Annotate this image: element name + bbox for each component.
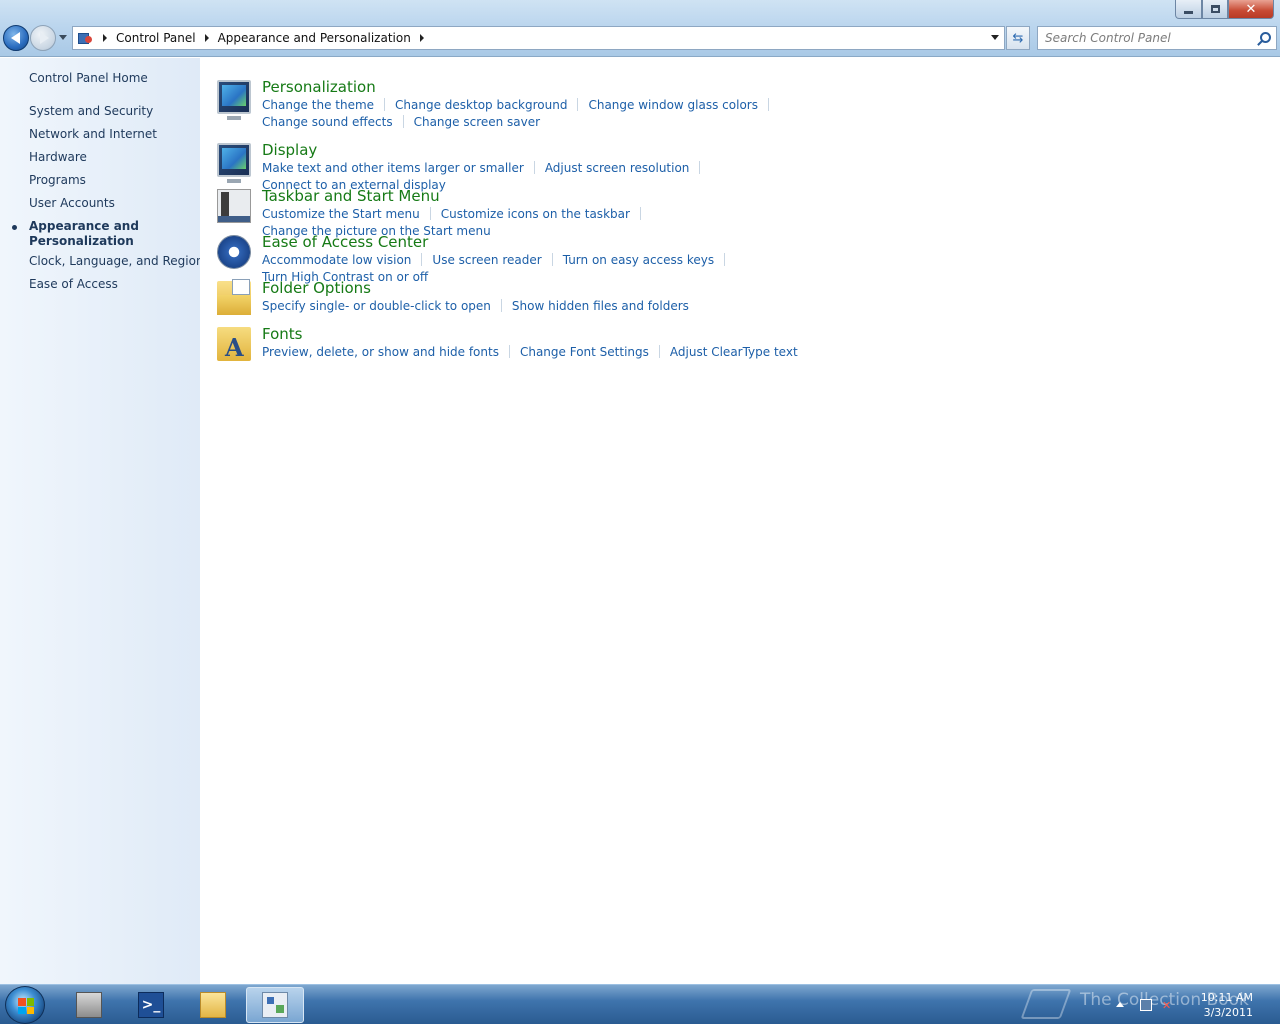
breadcrumb-appearance[interactable]: Appearance and Personalization [218, 31, 411, 45]
sidebar-item-clock-language-region[interactable]: Clock, Language, and Region [29, 254, 204, 268]
link-font-settings[interactable]: Change Font Settings [520, 345, 649, 359]
maximize-icon [1210, 5, 1220, 13]
category-title[interactable]: Ease of Access Center [262, 233, 428, 251]
window-controls: ✕ [1175, 0, 1274, 19]
book-watermark-icon [1020, 989, 1072, 1019]
display-icon[interactable] [217, 143, 251, 183]
server-manager-icon [76, 992, 102, 1018]
category-taskbar-start-menu: Taskbar and Start Menu Customize the Sta… [217, 187, 1077, 238]
breadcrumb-control-panel[interactable]: Control Panel [116, 31, 196, 45]
link-customize-start-menu[interactable]: Customize the Start menu [262, 207, 420, 221]
sidebar-item-appearance-personalization[interactable]: Appearance and Personalization [29, 219, 139, 249]
control-panel-icon [262, 992, 288, 1018]
category-ease-of-access-center: Ease of Access Center Accommodate low vi… [217, 233, 1077, 284]
sidebar-control-panel-home[interactable]: Control Panel Home [29, 71, 148, 85]
link-low-vision[interactable]: Accommodate low vision [262, 253, 411, 267]
ease-of-access-icon[interactable] [217, 235, 251, 269]
category-title[interactable]: Display [262, 141, 317, 159]
category-links: Specify single- or double-click to open S… [262, 298, 862, 315]
powershell-icon: >_ [138, 992, 164, 1018]
taskbar-powershell[interactable]: >_ [122, 987, 180, 1023]
link-screen-reader[interactable]: Use screen reader [432, 253, 541, 267]
back-button[interactable] [3, 25, 29, 51]
close-icon: ✕ [1245, 1, 1257, 17]
show-hidden-icons-arrow-icon[interactable] [1116, 1002, 1124, 1007]
control-panel-icon [78, 31, 94, 45]
sidebar: Control Panel Home System and Security N… [0, 58, 204, 984]
forward-button[interactable] [30, 25, 56, 51]
sidebar-item-user-accounts[interactable]: User Accounts [29, 196, 115, 210]
category-title[interactable]: Folder Options [262, 279, 371, 297]
sidebar-item-hardware[interactable]: Hardware [29, 150, 87, 164]
breadcrumb-separator-icon[interactable] [204, 34, 209, 42]
clock-time: 10:11 AM [1200, 991, 1253, 1004]
category-folder-options: Folder Options Specify single- or double… [217, 279, 1077, 319]
taskbar-windows-explorer[interactable] [184, 987, 242, 1023]
forward-arrow-icon [39, 32, 49, 44]
main-content: Personalization Change the theme Change d… [200, 58, 1280, 984]
link-show-hidden-files[interactable]: Show hidden files and folders [512, 299, 689, 313]
sidebar-item-system-security[interactable]: System and Security [29, 104, 153, 118]
address-history-dropdown-icon[interactable] [991, 35, 999, 40]
category-personalization: Personalization Change the theme Change d… [217, 78, 1077, 130]
sidebar-item-programs[interactable]: Programs [29, 173, 86, 187]
clock-date: 3/3/2011 [1203, 1006, 1253, 1019]
system-tray: The Collection Book ✕ 10:11 AM 3/3/2011 [1020, 985, 1280, 1024]
category-title[interactable]: Personalization [262, 78, 376, 96]
active-item-bullet-icon [12, 225, 17, 230]
link-change-sound-effects[interactable]: Change sound effects [262, 115, 393, 129]
category-links: Preview, delete, or show and hide fonts C… [262, 344, 862, 361]
search-box[interactable] [1037, 26, 1277, 50]
fonts-icon[interactable]: A [217, 327, 251, 362]
link-preview-fonts[interactable]: Preview, delete, or show and hide fonts [262, 345, 499, 359]
taskbar-start-menu-icon[interactable] [217, 189, 251, 223]
link-change-theme[interactable]: Change the theme [262, 98, 374, 112]
refresh-icon: ⇆ [1012, 30, 1024, 46]
link-adjust-resolution[interactable]: Adjust screen resolution [545, 161, 690, 175]
link-change-window-glass-colors[interactable]: Change window glass colors [588, 98, 758, 112]
address-bar[interactable]: Control Panel Appearance and Personaliza… [72, 26, 1005, 50]
volume-muted-icon[interactable]: ✕ [1162, 999, 1174, 1012]
link-change-desktop-background[interactable]: Change desktop background [395, 98, 567, 112]
category-title[interactable]: Fonts [262, 325, 302, 343]
folder-options-icon[interactable] [217, 279, 251, 315]
link-change-screen-saver[interactable]: Change screen saver [414, 115, 541, 129]
refresh-button[interactable]: ⇆ [1006, 26, 1030, 50]
minimize-button[interactable] [1175, 0, 1202, 19]
link-cleartype[interactable]: Adjust ClearType text [670, 345, 798, 359]
clock[interactable]: 10:11 AM 3/3/2011 [1201, 990, 1253, 1020]
back-arrow-icon [10, 32, 20, 44]
category-fonts: A Fonts Preview, delete, or show and hid… [217, 325, 1077, 365]
taskbar-control-panel[interactable] [246, 987, 304, 1023]
sidebar-item-network-internet[interactable]: Network and Internet [29, 127, 157, 141]
search-input[interactable] [1045, 31, 1255, 45]
minimize-icon [1184, 10, 1193, 14]
windows-logo-icon [18, 998, 34, 1014]
link-easy-access-keys[interactable]: Turn on easy access keys [563, 253, 714, 267]
link-customize-taskbar-icons[interactable]: Customize icons on the taskbar [441, 207, 630, 221]
maximize-button[interactable] [1202, 0, 1228, 19]
link-text-size[interactable]: Make text and other items larger or smal… [262, 161, 524, 175]
window-titlebar: ✕ Control Panel Appearance and Personali… [0, 0, 1280, 57]
personalization-icon[interactable] [217, 80, 251, 120]
network-icon[interactable] [1140, 999, 1152, 1011]
category-links: Change the theme Change desktop backgroun… [262, 97, 862, 131]
sidebar-item-ease-of-access[interactable]: Ease of Access [29, 277, 118, 291]
breadcrumb-separator-icon[interactable] [103, 34, 107, 42]
taskbar-server-manager[interactable] [60, 987, 118, 1023]
link-click-to-open[interactable]: Specify single- or double-click to open [262, 299, 491, 313]
close-button[interactable]: ✕ [1228, 0, 1274, 19]
windows-explorer-icon [200, 992, 226, 1018]
category-title[interactable]: Taskbar and Start Menu [262, 187, 440, 205]
recent-pages-dropdown[interactable] [58, 33, 68, 43]
start-button[interactable] [5, 986, 45, 1024]
taskbar: >_ The Collection Book ✕ 10:11 AM 3/3/20… [0, 984, 1280, 1024]
breadcrumb-separator-icon[interactable] [419, 34, 424, 42]
category-display: Display Make text and other items larger… [217, 141, 1077, 192]
search-icon[interactable] [1260, 32, 1271, 43]
